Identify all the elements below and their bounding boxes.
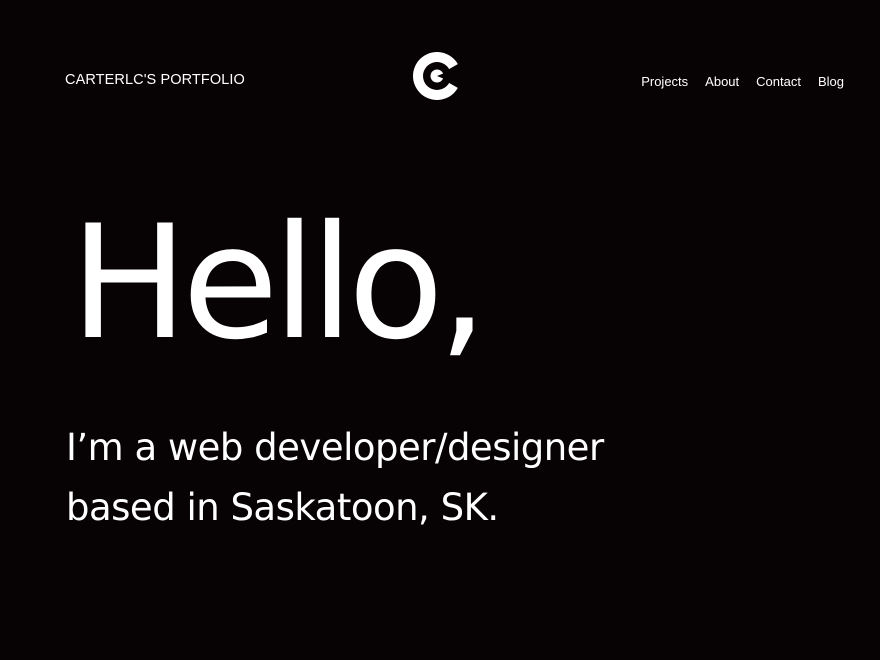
- cc-monogram-logo-icon: [413, 52, 465, 100]
- nav-projects-link[interactable]: Projects: [641, 74, 688, 89]
- main-nav: Projects About Contact Blog: [641, 74, 844, 89]
- page: CARTERLC'S PORTFOLIO Projects About Cont…: [0, 0, 880, 660]
- hero-intro-line-2: based in Saskatoon, SK.: [66, 486, 499, 529]
- nav-about-link[interactable]: About: [705, 74, 739, 89]
- hero-intro-line-1: I’m a web developer/designer: [66, 426, 604, 469]
- nav-contact-link[interactable]: Contact: [756, 74, 801, 89]
- hero-greeting: Hello,: [70, 192, 488, 375]
- site-title-link[interactable]: CARTERLC'S PORTFOLIO: [65, 72, 245, 88]
- logo-link[interactable]: [409, 48, 465, 104]
- nav-blog-link[interactable]: Blog: [818, 74, 844, 89]
- hero-intro: I’m a web developer/designer based in Sa…: [66, 418, 866, 538]
